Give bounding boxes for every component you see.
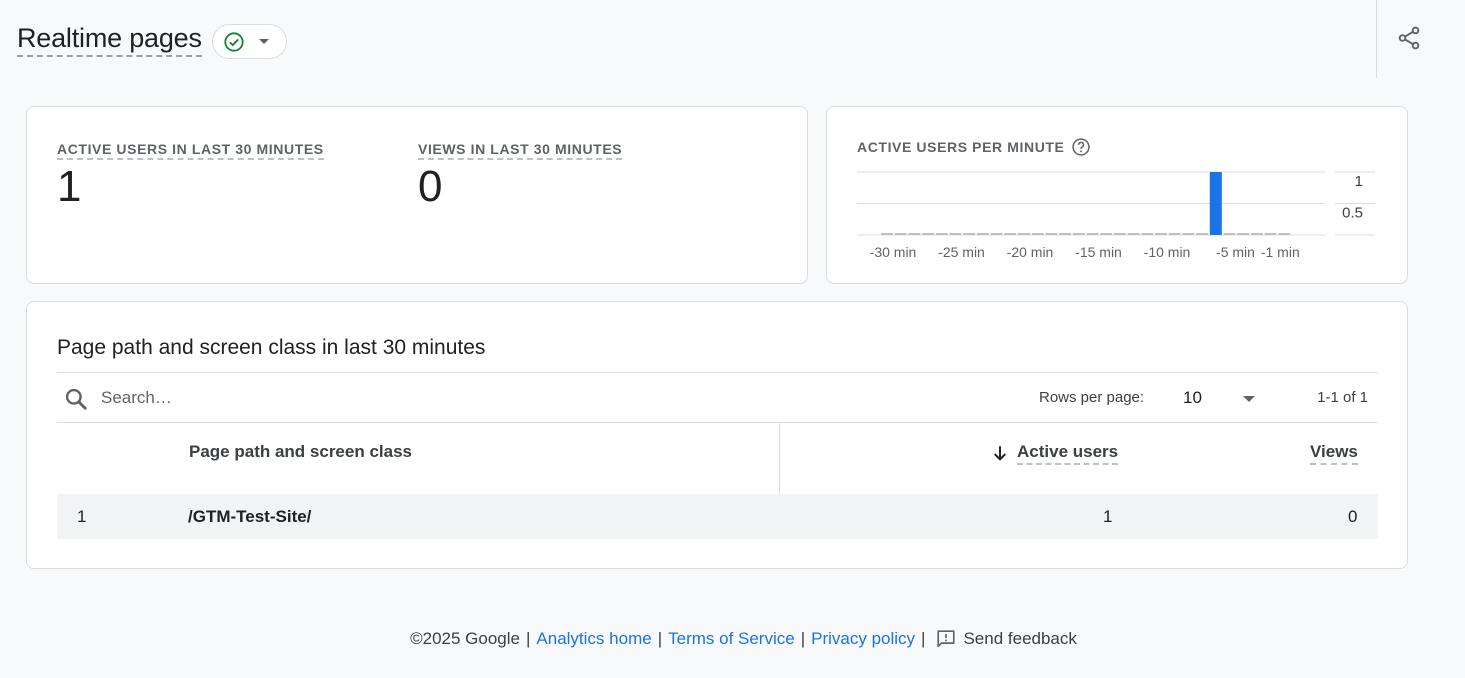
active-users-value: 1 — [57, 162, 82, 211]
search-icon — [65, 388, 87, 410]
views-metric: Views in last 30 minutes 0 — [418, 141, 623, 212]
analytics-home-link[interactable]: Analytics home — [536, 629, 651, 649]
send-feedback-button[interactable]: Send feedback — [935, 628, 1077, 650]
column-header-active-users[interactable]: Active users — [1017, 442, 1119, 465]
chart-x-tick-label: -10 min — [1144, 244, 1191, 260]
active-users-label[interactable]: Active users in last 30 minutes — [57, 141, 324, 160]
footer-separator: | — [921, 629, 926, 648]
share-button[interactable] — [1392, 21, 1426, 55]
privacy-policy-link[interactable]: Privacy policy — [811, 629, 915, 649]
share-icon — [1398, 26, 1420, 50]
chevron-down-icon — [259, 39, 269, 44]
views-value: 0 — [418, 162, 443, 211]
chart-x-tick-label: -20 min — [1007, 244, 1054, 260]
rows-per-page-value: 10 — [1183, 388, 1202, 407]
terms-of-service-link[interactable]: Terms of Service — [668, 629, 795, 649]
chart-x-tick-label: -5 min — [1216, 244, 1255, 260]
search-input[interactable] — [101, 385, 501, 411]
footer-separator: | — [657, 629, 663, 648]
column-header-views[interactable]: Views — [1310, 442, 1358, 465]
check-circle-icon — [224, 31, 244, 52]
chart-bar — [1209, 172, 1222, 235]
row-page-path[interactable]: /GTM-Test-Site/ — [188, 507, 311, 527]
row-views: 0 — [1348, 507, 1358, 526]
pages-table-card: Page path and screen class in last 30 mi… — [26, 301, 1408, 569]
active-users-per-minute-card: 1 0.5 -30 min -25 min -20 min -15 min -10 min -… — [826, 106, 1408, 284]
chart-title: ACTIVE USERS PER MINUTE — [857, 137, 1091, 157]
chart-y-tick-label: 1 — [1355, 173, 1363, 190]
views-label[interactable]: Views in last 30 minutes — [418, 141, 623, 160]
footer: ©2025 Google | Analytics home | Terms of… — [0, 628, 1465, 650]
chart-x-tick-label: -25 min — [938, 244, 985, 260]
row-index: 1 — [77, 507, 87, 526]
header-divider — [1376, 0, 1377, 78]
page-title[interactable]: Realtime pages — [17, 22, 202, 57]
footer-separator: | — [800, 629, 806, 648]
table-toolbar: Rows per page: 10 1-1 of 1 — [57, 372, 1378, 423]
footer-separator: | — [525, 629, 531, 648]
copyright-text: ©2025 Google — [410, 629, 520, 648]
feedback-icon — [937, 630, 956, 648]
data-status-dropdown[interactable] — [212, 24, 287, 59]
active-users-chart: 1 0.5 -30 min -25 min -20 min -15 min -10 min -… — [857, 171, 1375, 260]
row-active-users: 1 — [1103, 507, 1113, 526]
table-title: Page path and screen class in last 30 mi… — [57, 336, 486, 359]
chart-y-tick-label: 0.5 — [1342, 205, 1363, 222]
send-feedback-label: Send feedback — [963, 629, 1077, 648]
help-icon[interactable] — [1071, 137, 1091, 157]
rows-per-page-select[interactable]: 10 — [1183, 382, 1273, 414]
active-users-metric: Active users in last 30 minutes 1 — [57, 141, 324, 212]
chart-x-tick-label: -1 min — [1261, 244, 1300, 260]
chart-x-tick-label: -15 min — [1075, 244, 1122, 260]
chart-title-text: ACTIVE USERS PER MINUTE — [857, 139, 1065, 155]
chart-x-tick-label: -30 min — [870, 244, 917, 260]
metrics-card: Active users in last 30 minutes 1 Views … — [26, 106, 808, 284]
arrow-down-icon[interactable] — [991, 444, 1009, 462]
column-header-page-path[interactable]: Page path and screen class — [189, 442, 412, 462]
rows-per-page-label: Rows per page: — [1039, 389, 1145, 406]
table-header-row: Page path and screen class Active users … — [57, 423, 1378, 494]
table-row[interactable]: 1 /GTM-Test-Site/ 1 0 — [57, 494, 1378, 539]
chevron-down-icon — [1243, 396, 1255, 402]
pagination-text: 1-1 of 1 — [1317, 389, 1368, 406]
